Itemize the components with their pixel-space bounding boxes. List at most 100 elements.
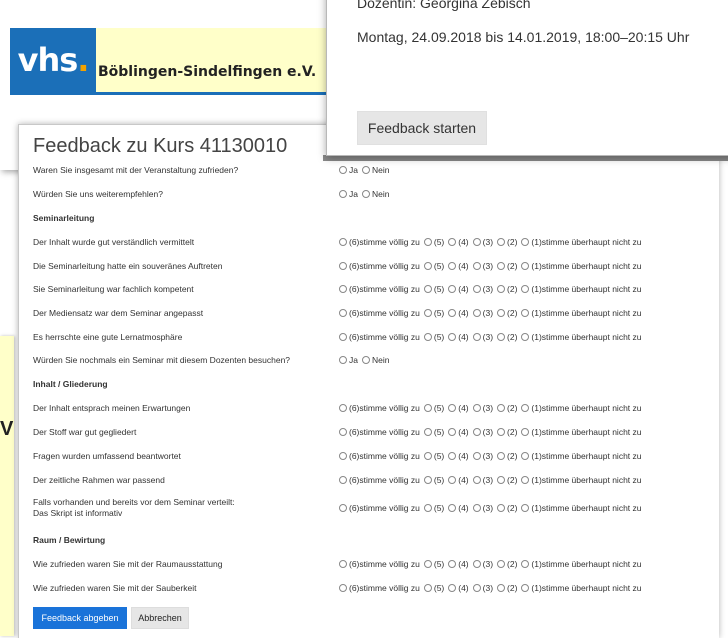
radio-circle-icon[interactable]	[423, 404, 432, 412]
radio-option[interactable]: (2)	[497, 261, 517, 271]
radio-circle-icon[interactable]	[497, 333, 506, 341]
radio-circle-icon[interactable]	[521, 584, 530, 592]
radio-circle-icon[interactable]	[339, 404, 347, 412]
radio-option[interactable]: (4)	[448, 451, 469, 461]
radio-circle-icon[interactable]	[448, 404, 457, 412]
radio-circle-icon[interactable]	[521, 285, 530, 293]
radio-circle-icon[interactable]	[497, 285, 506, 293]
radio-circle-icon[interactable]	[472, 309, 481, 317]
radio-circle-icon[interactable]	[472, 452, 481, 460]
radio-option[interactable]: (4)	[448, 237, 469, 247]
radio-option[interactable]: (5)	[423, 427, 444, 437]
radio-circle-icon[interactable]	[448, 452, 457, 460]
radio-circle-icon[interactable]	[448, 238, 457, 246]
radio-circle-icon[interactable]	[497, 584, 506, 592]
radio-option[interactable]: (4)	[448, 332, 469, 342]
radio-circle-icon[interactable]	[339, 333, 347, 341]
radio-circle-icon[interactable]	[448, 476, 457, 484]
radio-option[interactable]: (4)	[448, 475, 469, 485]
radio-option[interactable]: (1)stimme überhaupt nicht zu	[521, 583, 642, 593]
radio-option[interactable]: (3)	[472, 261, 493, 271]
radio-option[interactable]: (3)	[472, 451, 493, 461]
feedback-start-button[interactable]: Feedback starten	[357, 111, 487, 145]
radio-option[interactable]: Ja	[339, 355, 358, 365]
radio-circle-icon[interactable]	[521, 238, 530, 246]
radio-option[interactable]: Ja	[339, 189, 358, 199]
radio-circle-icon[interactable]	[448, 584, 457, 592]
radio-option[interactable]: (1)stimme überhaupt nicht zu	[521, 503, 642, 513]
radio-circle-icon[interactable]	[472, 476, 481, 484]
radio-circle-icon[interactable]	[339, 452, 347, 460]
radio-circle-icon[interactable]	[472, 584, 481, 592]
radio-circle-icon[interactable]	[497, 404, 506, 412]
radio-option[interactable]: (4)	[448, 583, 469, 593]
radio-option[interactable]: (5)	[423, 332, 444, 342]
feedback-submit-button[interactable]: Feedback abgeben	[33, 607, 127, 629]
radio-option[interactable]: (2)	[497, 284, 517, 294]
radio-circle-icon[interactable]	[521, 333, 530, 341]
radio-circle-icon[interactable]	[521, 428, 530, 436]
radio-option[interactable]: (1)stimme überhaupt nicht zu	[521, 261, 642, 271]
radio-option[interactable]: (6)stimme völlig zu	[339, 475, 420, 485]
radio-option[interactable]: (1)stimme überhaupt nicht zu	[521, 427, 642, 437]
radio-option[interactable]: (1)stimme überhaupt nicht zu	[521, 284, 642, 294]
radio-circle-icon[interactable]	[339, 285, 347, 293]
radio-option[interactable]: (4)	[448, 308, 469, 318]
radio-option[interactable]: (4)	[448, 559, 469, 569]
radio-option[interactable]: (1)stimme überhaupt nicht zu	[521, 403, 642, 413]
radio-circle-icon[interactable]	[339, 428, 347, 436]
radio-option[interactable]: (3)	[472, 559, 493, 569]
radio-option[interactable]: (6)stimme völlig zu	[339, 427, 420, 437]
radio-circle-icon[interactable]	[448, 504, 457, 512]
radio-circle-icon[interactable]	[521, 504, 530, 512]
radio-option[interactable]: (6)stimme völlig zu	[339, 308, 420, 318]
radio-circle-icon[interactable]	[472, 333, 481, 341]
radio-option[interactable]: (6)stimme völlig zu	[339, 583, 420, 593]
radio-option[interactable]: (5)	[423, 308, 444, 318]
radio-circle-icon[interactable]	[423, 333, 432, 341]
radio-option[interactable]: (5)	[423, 451, 444, 461]
radio-circle-icon[interactable]	[521, 560, 530, 568]
radio-circle-icon[interactable]	[339, 309, 347, 317]
radio-option[interactable]: (5)	[423, 503, 444, 513]
radio-circle-icon[interactable]	[472, 262, 481, 270]
radio-option[interactable]: (3)	[472, 427, 493, 437]
radio-circle-icon[interactable]	[361, 190, 370, 198]
radio-option[interactable]: (2)	[497, 403, 517, 413]
radio-option[interactable]: (3)	[472, 284, 493, 294]
radio-option[interactable]: (2)	[497, 559, 517, 569]
radio-option[interactable]: (4)	[448, 284, 469, 294]
radio-option[interactable]: (5)	[423, 583, 444, 593]
radio-circle-icon[interactable]	[423, 309, 432, 317]
radio-circle-icon[interactable]	[497, 560, 506, 568]
radio-option[interactable]: Nein	[361, 355, 389, 365]
radio-option[interactable]: (6)stimme völlig zu	[339, 451, 420, 461]
radio-option[interactable]: Ja	[339, 165, 358, 175]
radio-option[interactable]: (2)	[497, 427, 517, 437]
radio-option[interactable]: (6)stimme völlig zu	[339, 284, 420, 294]
radio-circle-icon[interactable]	[448, 333, 457, 341]
radio-circle-icon[interactable]	[423, 238, 432, 246]
radio-circle-icon[interactable]	[448, 262, 457, 270]
radio-circle-icon[interactable]	[521, 452, 530, 460]
radio-option[interactable]: (3)	[472, 583, 493, 593]
radio-circle-icon[interactable]	[497, 309, 506, 317]
radio-option[interactable]: (4)	[448, 503, 469, 513]
radio-circle-icon[interactable]	[339, 262, 347, 270]
radio-circle-icon[interactable]	[497, 476, 506, 484]
radio-option[interactable]: (6)stimme völlig zu	[339, 559, 420, 569]
radio-circle-icon[interactable]	[423, 560, 432, 568]
radio-option[interactable]: (1)stimme überhaupt nicht zu	[521, 332, 642, 342]
radio-option[interactable]: (1)stimme überhaupt nicht zu	[521, 451, 642, 461]
radio-option[interactable]: (5)	[423, 284, 444, 294]
radio-circle-icon[interactable]	[472, 504, 481, 512]
radio-circle-icon[interactable]	[339, 560, 347, 568]
radio-circle-icon[interactable]	[521, 262, 530, 270]
radio-circle-icon[interactable]	[423, 504, 432, 512]
radio-option[interactable]: (6)stimme völlig zu	[339, 237, 420, 247]
radio-option[interactable]: (2)	[497, 308, 517, 318]
radio-option[interactable]: (5)	[423, 559, 444, 569]
radio-circle-icon[interactable]	[423, 452, 432, 460]
radio-circle-icon[interactable]	[361, 356, 370, 364]
cancel-button[interactable]: Abbrechen	[131, 607, 189, 629]
